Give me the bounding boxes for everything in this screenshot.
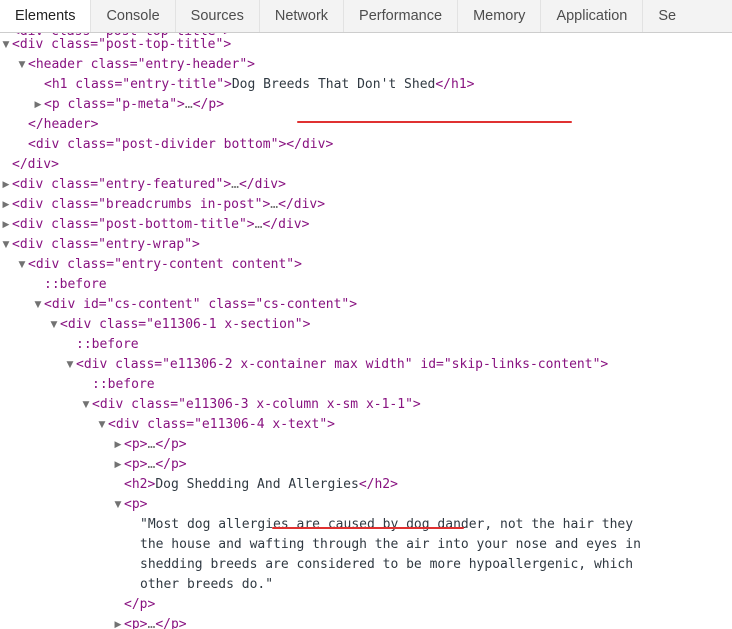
dom-tree-row[interactable]: ▼ <p> [0,495,732,515]
dom-row-code: <div class="entry-content content"> [28,257,302,272]
dom-tree-row[interactable]: </header> [0,115,732,135]
dom-tree-row[interactable]: other breeds do." [0,575,732,595]
dom-row-code: <h2>Dog Shedding And Allergies</h2> [124,477,398,492]
dom-row-code: <div class="post-divider bottom"></div> [28,137,334,152]
tab-performance[interactable]: Performance [344,0,459,32]
dom-row-code: <p> [124,497,148,512]
collapse-triangle-icon[interactable]: ▼ [113,495,123,515]
dom-row-code: shedding breeds are considered to be mor… [140,557,634,572]
annotation-underline-h2 [272,527,464,529]
dom-tree-row[interactable]: ::before [0,335,732,355]
dom-tree-row[interactable]: ▶ <div class="post-bottom-title">…</div> [0,215,732,235]
dom-row-code: <div class="e11306-2 x-container max wid… [76,357,609,372]
expand-triangle-icon[interactable]: ▶ [1,215,11,235]
dom-row-code: </div> [12,157,59,172]
dom-row-code: <div class="e11306-1 x-section"> [60,317,311,332]
dom-row-code: other breeds do." [140,577,274,592]
dom-row-code: <p>…</p> [124,457,187,472]
expand-triangle-icon[interactable]: ▶ [113,455,123,475]
dom-tree-row[interactable]: ▶ <p>…</p> [0,435,732,455]
dom-tree-row[interactable]: ▶ <div class="breadcrumbs in-post">…</div… [0,195,732,215]
collapse-triangle-icon[interactable]: ▼ [17,255,27,275]
dom-tree-row[interactable]: ▼ <div class="post-top-title"> [0,35,732,55]
dom-tree-row[interactable]: "Most dog allergies are caused by dog da… [0,515,732,535]
tab-memory[interactable]: Memory [458,0,542,32]
dom-row-code: ::before [92,377,155,392]
dom-row-code: <div class="post-top-title"> [12,37,232,52]
expand-triangle-icon[interactable]: ▶ [1,195,11,215]
dom-tree-row[interactable]: ::before [0,375,732,395]
dom-tree-row[interactable]: ▶ <div class="entry-featured">…</div> [0,175,732,195]
tab-elements[interactable]: Elements [0,0,92,32]
tab-sources[interactable]: Sources [175,0,260,32]
dom-tree-row[interactable]: ▼ <div class="entry-content content"> [0,255,732,275]
dom-row-code: ::before [76,337,139,352]
dom-row-code: </header> [28,117,99,132]
dom-tree-row[interactable]: <h2>Dog Shedding And Allergies</h2> [0,475,732,495]
collapse-triangle-icon[interactable]: ▼ [1,35,11,55]
dom-tree-row[interactable]: ▶ <p class="p-meta">…</p> [0,95,732,115]
tab-console[interactable]: Console [91,0,176,32]
dom-tree-row[interactable]: <h1 class="entry-title">Dog Breeds That … [0,75,732,95]
expand-triangle-icon[interactable]: ▶ [113,615,123,629]
elements-dom-tree[interactable]: <div class="post-top-title"> ▼<div class… [0,33,732,629]
expand-triangle-icon[interactable]: ▶ [113,435,123,455]
dom-tree-row[interactable]: ▼ <div class="entry-wrap"> [0,235,732,255]
dom-row-code: <p>…</p> [124,437,187,452]
dom-tree-row[interactable]: the house and wafting through the air in… [0,535,732,555]
dom-row-code: the house and wafting through the air in… [140,537,641,552]
dom-tree-row[interactable]: ▼ <div id="cs-content" class="cs-content"… [0,295,732,315]
dom-row-code: ::before [44,277,107,292]
dom-tree-row[interactable]: ▼ <div class="e11306-1 x-section"> [0,315,732,335]
dom-tree-row[interactable]: ▼ <div class="e11306-3 x-column x-sm x-1-… [0,395,732,415]
collapse-triangle-icon[interactable]: ▼ [1,235,11,255]
dom-row-code: <p>…</p> [124,617,187,629]
dom-row-code: <div class="entry-featured">…</div> [12,177,286,192]
collapse-triangle-icon[interactable]: ▼ [17,55,27,75]
dom-row-code: <div class="breadcrumbs in-post">…</div> [12,197,326,212]
devtools-tab-bar: Elements Console Sources Network Performance… [0,0,732,33]
collapse-triangle-icon[interactable]: ▼ [49,315,59,335]
dom-row-code: <header class="entry-header"> [28,57,255,72]
dom-row-code: <div class="e11306-4 x-text"> [108,417,335,432]
dom-tree-row[interactable]: <div class="post-divider bottom"></div> [0,135,732,155]
collapse-triangle-icon[interactable]: ▼ [81,395,91,415]
dom-row-code: <p class="p-meta">…</p> [44,97,225,112]
dom-row-code: <div class="entry-wrap"> [12,237,200,252]
dom-row-code: <div class="e11306-3 x-column x-sm x-1-1… [92,397,421,412]
tab-se[interactable]: Se [643,0,681,32]
dom-tree-row[interactable]: ▼ <div class="e11306-4 x-text"> [0,415,732,435]
dom-tree-row[interactable]: shedding breeds are considered to be mor… [0,555,732,575]
expand-triangle-icon[interactable]: ▶ [1,175,11,195]
collapse-triangle-icon[interactable]: ▼ [33,295,43,315]
dom-tree-row[interactable]: </div> [0,155,732,175]
expand-triangle-icon[interactable]: ▶ [33,95,43,115]
dom-row-code: "Most dog allergies are caused by dog da… [140,517,634,532]
dom-tree-row[interactable]: ::before [0,275,732,295]
dom-tree-row[interactable]: ▶ <p>…</p> [0,455,732,475]
tab-application[interactable]: Application [541,0,644,32]
dom-row-code: <h1 class="entry-title">Dog Breeds That … [44,77,475,92]
tab-network[interactable]: Network [259,0,345,32]
dom-row-code: <div id="cs-content" class="cs-content"> [44,297,358,312]
collapse-triangle-icon[interactable]: ▼ [97,415,107,435]
collapse-triangle-icon[interactable]: ▼ [65,355,75,375]
annotation-underline-entry-title [297,121,572,123]
dom-tree-row[interactable]: ▶ <p>…</p> [0,615,732,629]
dom-row-code: <div class="post-bottom-title">…</div> [12,217,310,232]
dom-tree-row[interactable]: ▼ <header class="entry-header"> [0,55,732,75]
dom-tree-row[interactable]: ▼ <div class="e11306-2 x-container max wi… [0,355,732,375]
dom-row-code: </p> [124,597,156,612]
dom-tree-row[interactable]: </p> [0,595,732,615]
